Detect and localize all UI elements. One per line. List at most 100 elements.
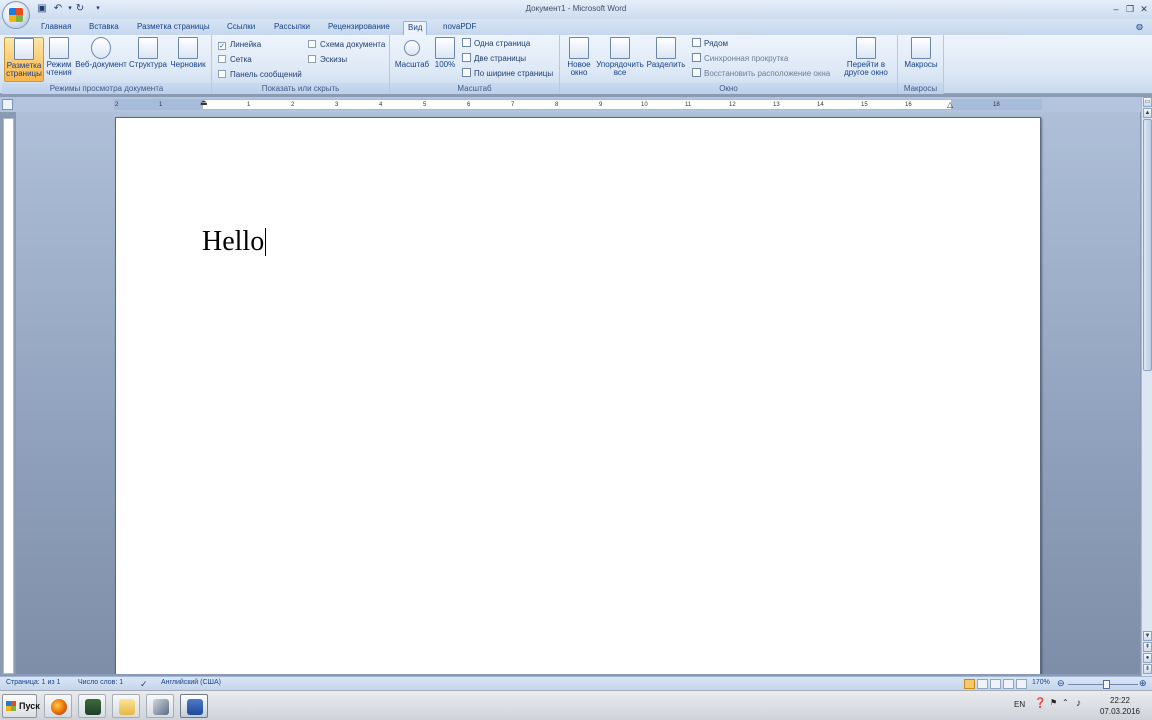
tab-insert[interactable]: Вставка: [85, 21, 123, 35]
tab-selector[interactable]: [2, 99, 13, 110]
taskbar-firefox[interactable]: [44, 694, 72, 718]
draft-view-icon[interactable]: [1016, 679, 1027, 689]
grid-checkbox[interactable]: Сетка: [218, 54, 252, 65]
side-by-side-label: Рядом: [704, 39, 729, 48]
thumbnails-checkbox[interactable]: Эскизы: [308, 54, 347, 65]
zoom-in-icon[interactable]: ⊕: [1139, 678, 1147, 689]
tab-view[interactable]: Вид: [403, 21, 428, 35]
zoom-slider-knob[interactable]: [1103, 680, 1110, 689]
two-pages-icon: [462, 53, 471, 62]
sync-scroll-button[interactable]: Синхронная прокрутка: [692, 53, 788, 65]
grid-checkbox-label: Сетка: [230, 55, 252, 64]
tab-references[interactable]: Ссылки: [223, 21, 259, 35]
two-pages-button[interactable]: Две страницы: [462, 53, 526, 65]
zoom-100-button[interactable]: 100%: [430, 37, 460, 82]
zoom-out-icon[interactable]: ⊖: [1057, 678, 1065, 689]
scrollbar-thumb[interactable]: [1143, 119, 1152, 371]
document-map-checkbox-label: Схема документа: [320, 40, 386, 49]
chevron-up-icon[interactable]: ⌃: [1062, 698, 1069, 707]
ruler-label: 3: [335, 102, 339, 108]
document-map-checkbox[interactable]: Схема документа: [308, 39, 385, 50]
horizontal-ruler[interactable]: 2 1 1 2 3 4 5 6 7 8 9 10 11 12 13 14 15 …: [114, 98, 1042, 110]
browse-object-icon[interactable]: ●: [1143, 653, 1152, 663]
page-100-icon: [435, 37, 455, 59]
outline-view-icon[interactable]: [1003, 679, 1014, 689]
vertical-ruler[interactable]: [3, 118, 14, 674]
taskbar-explorer[interactable]: [112, 694, 140, 718]
web-layout-button[interactable]: Веб-документ: [74, 37, 128, 82]
indent-marker-icon[interactable]: ⏏: [200, 98, 208, 107]
document-body[interactable]: Hello: [202, 226, 267, 258]
outline-label: Структура: [129, 60, 167, 69]
help-tray-icon[interactable]: ❓: [1034, 698, 1046, 709]
ruler-label: 15: [861, 102, 868, 108]
print-layout-button[interactable]: Разметка страницы: [4, 37, 44, 82]
tab-mailings[interactable]: Рассылки: [270, 21, 314, 35]
tab-novapdf[interactable]: novaPDF: [439, 21, 480, 35]
sync-scroll-icon: [692, 53, 701, 62]
office-button[interactable]: [2, 1, 30, 29]
start-button[interactable]: Пуск: [2, 694, 40, 718]
help-icon[interactable]: ◍: [1136, 21, 1143, 35]
pen-app-icon: [153, 699, 169, 715]
document-page[interactable]: Hello: [115, 117, 1041, 674]
page-count[interactable]: Страница: 1 из 1: [6, 679, 60, 686]
ruler-label: 18: [993, 102, 1000, 108]
network-tray-icon[interactable]: ⚑: [1050, 698, 1057, 707]
print-layout-view-icon[interactable]: [964, 679, 975, 689]
split-label: Разделить: [646, 60, 686, 69]
document-map-check-box: [308, 40, 316, 48]
start-label: Пуск: [19, 701, 40, 711]
macros-button[interactable]: Макросы: [902, 37, 940, 82]
one-page-button[interactable]: Одна страница: [462, 38, 530, 50]
page-width-button[interactable]: По ширине страницы: [462, 68, 553, 80]
tab-home[interactable]: Главная: [37, 21, 75, 35]
scroll-up-icon[interactable]: ▲: [1143, 108, 1152, 118]
view-ruler-toggle-icon[interactable]: ▭: [1143, 97, 1152, 107]
language-indicator[interactable]: Английский (США): [161, 679, 221, 686]
ruler-label: 14: [817, 102, 824, 108]
right-indent-marker-icon[interactable]: △: [947, 100, 953, 109]
side-by-side-button[interactable]: Рядом: [692, 38, 728, 50]
ruler-check-icon: ✓: [218, 42, 226, 50]
reset-window-position-button[interactable]: Восстановить расположение окна: [692, 68, 830, 80]
zoom-button[interactable]: Масштаб: [394, 37, 430, 82]
arrange-all-button[interactable]: Упорядочить все: [594, 37, 646, 82]
restore-button[interactable]: ❐: [1124, 3, 1136, 15]
split-button[interactable]: Разделить: [646, 37, 686, 82]
arrange-all-label-2: все: [613, 68, 627, 77]
taskbar-app[interactable]: [146, 694, 174, 718]
next-page-icon[interactable]: ⇟: [1143, 664, 1152, 674]
reading-mode-button[interactable]: Режим чтения: [44, 37, 74, 82]
minimize-button[interactable]: ‒: [1110, 3, 1122, 15]
speaker-icon[interactable]: ♪: [1076, 698, 1081, 709]
previous-page-icon[interactable]: ⇞: [1143, 642, 1152, 652]
new-window-button[interactable]: Новое окно: [564, 37, 594, 82]
web-view-icon[interactable]: [990, 679, 1001, 689]
switch-windows-icon: [856, 37, 876, 59]
message-bar-checkbox[interactable]: Панель сообщений: [218, 69, 302, 80]
thumbnails-check-box: [308, 55, 316, 63]
taskbar-monitor[interactable]: [78, 694, 106, 718]
switch-windows-button[interactable]: Перейти в другое окно: [836, 37, 896, 82]
ruler-checkbox[interactable]: ✓ Линейка: [218, 39, 261, 50]
macros-group-label: Макросы: [898, 83, 943, 94]
draft-button[interactable]: Черновик: [168, 37, 208, 82]
full-screen-view-icon[interactable]: [977, 679, 988, 689]
word-count[interactable]: Число слов: 1: [78, 679, 123, 686]
office-logo-icon: [9, 8, 23, 22]
zoom-level[interactable]: 170%: [1032, 679, 1050, 686]
outline-button[interactable]: Структура: [128, 37, 168, 82]
taskbar-word[interactable]: [180, 694, 208, 718]
clock[interactable]: 22:22 07.03.2016: [1092, 695, 1148, 717]
language-tray[interactable]: EN: [1014, 700, 1025, 709]
proofing-icon[interactable]: ✓: [140, 679, 148, 690]
one-page-icon: [462, 38, 471, 47]
scroll-down-icon[interactable]: ▼: [1143, 631, 1152, 641]
close-button[interactable]: ✕: [1138, 3, 1150, 15]
tab-review[interactable]: Рецензирование: [324, 21, 394, 35]
ruler-label: 9: [599, 102, 603, 108]
vertical-scrollbar[interactable]: ▭ ▲ ▼ ⇞ ● ⇟: [1141, 97, 1152, 677]
tab-page-layout[interactable]: Разметка страницы: [133, 21, 214, 35]
sync-scroll-label: Синхронная прокрутка: [704, 54, 789, 63]
